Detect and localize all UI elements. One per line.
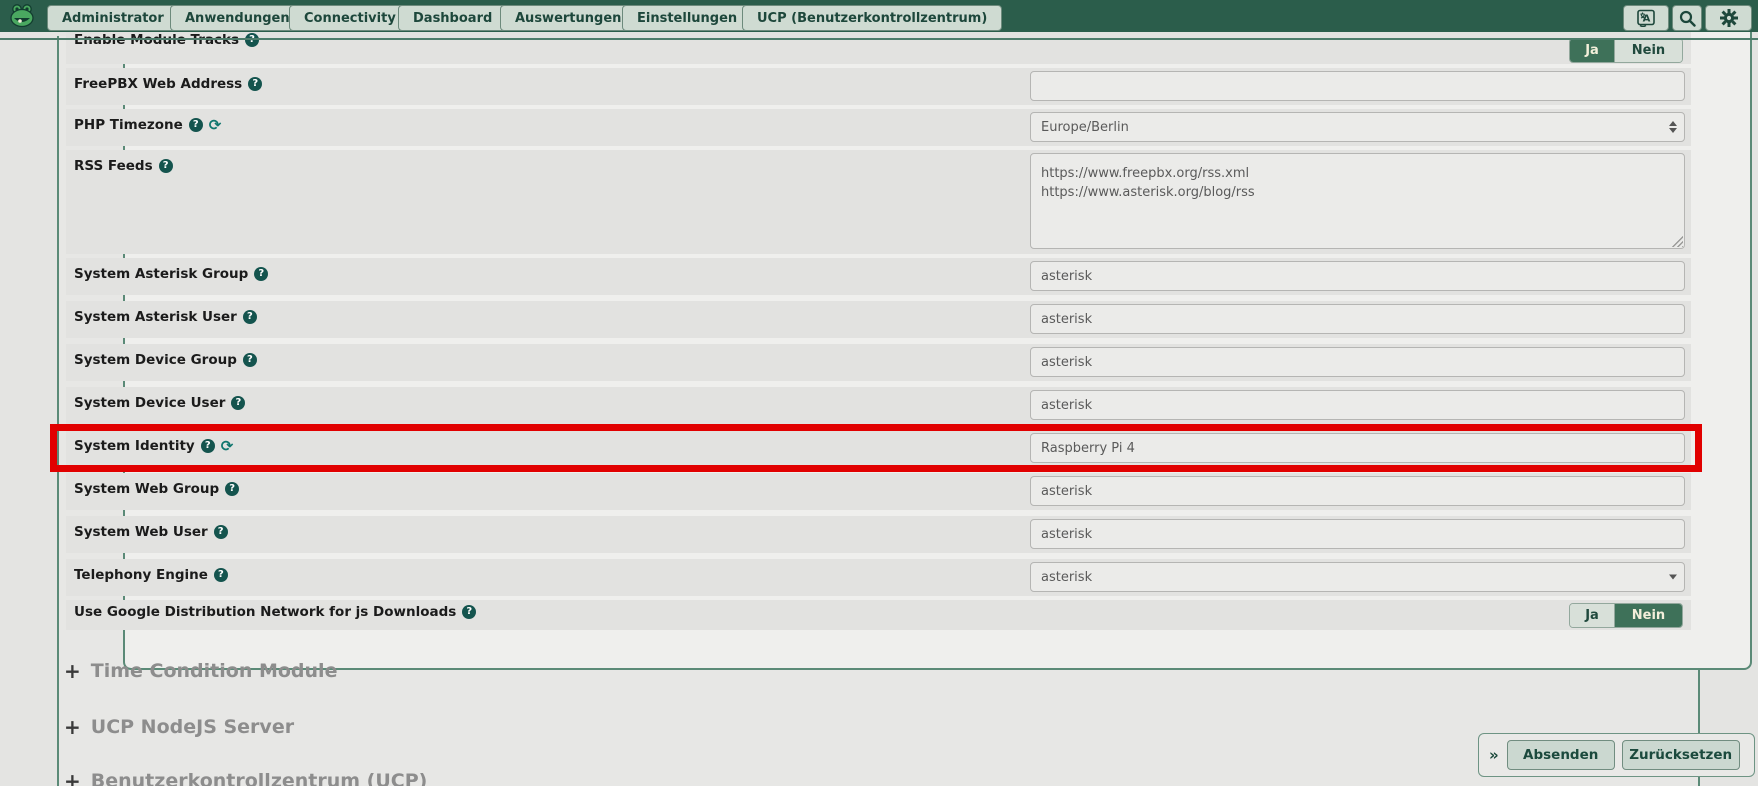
help-icon[interactable]: ? xyxy=(248,77,262,91)
setting-label: System Web Group xyxy=(74,481,219,497)
nav-anwendungen[interactable]: Anwendungen xyxy=(170,5,305,31)
setting-label: Use Google Distribution Network for js D… xyxy=(74,604,456,620)
expand-plus-icon: + xyxy=(64,717,81,737)
submit-button[interactable]: Absenden xyxy=(1507,740,1615,770)
expand-plus-icon: + xyxy=(64,771,81,786)
setting-label: Enable Module Tracks xyxy=(74,32,239,48)
navbar-divider xyxy=(0,38,1758,40)
toggle-ja-button[interactable]: Ja xyxy=(1570,604,1614,627)
row-system-device-group: System Device Group ? xyxy=(66,344,1691,381)
row-system-device-user: System Device User ? xyxy=(66,387,1691,424)
enable-module-tracks-toggle: Ja Nein xyxy=(1569,38,1683,63)
help-icon[interactable]: ? xyxy=(245,33,259,47)
row-system-asterisk-user: System Asterisk User ? xyxy=(66,301,1691,338)
row-system-web-group: System Web Group ? xyxy=(66,473,1691,510)
help-icon[interactable]: ? xyxy=(231,396,245,410)
language-button[interactable]: A xyxy=(1623,5,1669,31)
telephony-engine-select[interactable]: asterisk xyxy=(1030,562,1685,592)
settings-gear-icon xyxy=(1719,8,1739,28)
system-identity-input[interactable] xyxy=(1030,433,1685,463)
nav-administrator[interactable]: Administrator xyxy=(47,5,179,31)
freepbx-web-address-input[interactable] xyxy=(1030,71,1685,101)
row-php-timezone: PHP Timezone ? ⟳ Europe/Berlin xyxy=(66,109,1691,146)
system-asterisk-user-input[interactable] xyxy=(1030,304,1685,334)
system-device-group-input[interactable] xyxy=(1030,347,1685,377)
row-system-web-user: System Web User ? xyxy=(66,516,1691,553)
help-icon[interactable]: ? xyxy=(225,482,239,496)
language-icon: A xyxy=(1636,9,1656,27)
help-icon[interactable]: ? xyxy=(214,525,228,539)
toggle-nein-button[interactable]: Nein xyxy=(1614,604,1682,627)
setting-label: PHP Timezone xyxy=(74,117,183,133)
php-timezone-select[interactable]: Europe/Berlin xyxy=(1030,112,1685,142)
system-asterisk-group-input[interactable] xyxy=(1030,261,1685,291)
help-icon[interactable]: ? xyxy=(254,267,268,281)
system-device-user-input[interactable] xyxy=(1030,390,1685,420)
nav-dashboard[interactable]: Dashboard xyxy=(398,5,507,31)
row-use-google-cdn: Use Google Distribution Network for js D… xyxy=(66,600,1691,630)
updown-arrows-icon xyxy=(1669,121,1677,133)
setting-label: System Device User xyxy=(74,395,225,411)
search-button[interactable] xyxy=(1672,5,1702,31)
section-ucp-nodejs-server[interactable]: + UCP NodeJS Server xyxy=(64,716,294,738)
row-system-asterisk-group: System Asterisk Group ? xyxy=(66,258,1691,295)
toggle-ja-button[interactable]: Ja xyxy=(1570,39,1614,62)
setting-label: System Device Group xyxy=(74,352,237,368)
selected-value: Europe/Berlin xyxy=(1041,120,1129,135)
refresh-icon[interactable]: ⟳ xyxy=(209,118,222,133)
nav-auswertungen[interactable]: Auswertungen xyxy=(500,5,636,31)
toggle-nein-button[interactable]: Nein xyxy=(1614,39,1682,62)
freepbx-frog-logo[interactable] xyxy=(9,4,35,32)
nav-connectivity[interactable]: Connectivity xyxy=(289,5,411,31)
nav-einstellungen[interactable]: Einstellungen xyxy=(622,5,752,31)
setting-label: System Web User xyxy=(74,524,208,540)
help-icon[interactable]: ? xyxy=(243,353,257,367)
setting-label: FreePBX Web Address xyxy=(74,76,242,92)
setting-label: System Asterisk User xyxy=(74,309,237,325)
row-rss-feeds: RSS Feeds ? https://www.freepbx.org/rss.… xyxy=(66,150,1691,254)
setting-label: System Asterisk Group xyxy=(74,266,248,282)
selected-value: asterisk xyxy=(1041,570,1092,585)
row-system-identity: System Identity ? ⟳ xyxy=(66,431,1691,466)
action-toolbar: » Absenden Zurücksetzen xyxy=(1478,733,1755,777)
reset-button[interactable]: Zurücksetzen xyxy=(1622,740,1740,770)
settings-button[interactable] xyxy=(1705,5,1752,31)
help-icon[interactable]: ? xyxy=(243,310,257,324)
freepbx-advanced-settings-page: Enable Module Tracks ? Ja Nein FreePBX W… xyxy=(0,0,1758,786)
row-freepbx-web-address: FreePBX Web Address ? xyxy=(66,68,1691,105)
setting-label: RSS Feeds xyxy=(74,158,153,174)
system-web-user-input[interactable] xyxy=(1030,519,1685,549)
expand-plus-icon: + xyxy=(64,661,81,681)
row-enable-module-tracks: Enable Module Tracks ? Ja Nein xyxy=(66,28,1691,64)
section-time-condition-module[interactable]: + Time Condition Module xyxy=(64,660,337,682)
help-icon[interactable]: ? xyxy=(214,568,228,582)
system-web-group-input[interactable] xyxy=(1030,476,1685,506)
use-google-cdn-toggle: Ja Nein xyxy=(1569,603,1683,628)
chevron-down-icon xyxy=(1669,575,1677,580)
help-icon[interactable]: ? xyxy=(462,605,476,619)
section-benutzerkontrollzentrum[interactable]: + Benutzerkontrollzentrum (UCP) xyxy=(64,770,427,786)
help-icon[interactable]: ? xyxy=(189,118,203,132)
search-icon xyxy=(1679,10,1696,27)
rss-feeds-textarea[interactable]: https://www.freepbx.org/rss.xml https://… xyxy=(1030,153,1685,249)
help-icon[interactable]: ? xyxy=(201,439,215,453)
collapse-chevron[interactable]: » xyxy=(1489,746,1499,764)
help-icon[interactable]: ? xyxy=(159,159,173,173)
setting-label: System Identity xyxy=(74,438,195,454)
setting-label: Telephony Engine xyxy=(74,567,208,583)
row-telephony-engine: Telephony Engine ? asterisk xyxy=(66,559,1691,596)
refresh-icon[interactable]: ⟳ xyxy=(221,439,234,454)
nav-ucp[interactable]: UCP (Benutzerkontrollzentrum) xyxy=(742,5,1002,31)
